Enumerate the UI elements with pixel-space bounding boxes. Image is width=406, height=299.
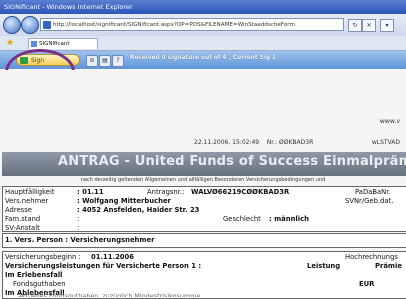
geschlecht-label: Geschlecht: [223, 215, 261, 223]
field-label: Fam.stand: [5, 215, 41, 223]
geschlecht-value: : männlich: [269, 215, 309, 223]
help-icon[interactable]: ?: [112, 55, 124, 67]
field-value: : 4052 Ansfelden, Haider Str. 23: [77, 206, 200, 214]
back-button[interactable]: [3, 16, 21, 34]
refresh-icon[interactable]: ↻: [348, 19, 362, 32]
svnr-label: SVNr/Geb.dat.: [345, 197, 394, 205]
col-praemie: Prämie: [375, 262, 402, 270]
currency-label: EUR: [359, 280, 375, 288]
hochrechnung-label: Hochrechnungs: [345, 253, 398, 261]
address-toolbar: http://localhost/significant/SIGNificant…: [0, 14, 406, 37]
field-label: Hauptfälligkeit: [5, 188, 55, 196]
date-line: 22.11.2006, 15:02:49: [194, 139, 260, 146]
col-leistung: Leistung: [307, 262, 341, 270]
field-row: Vers.nehmer : Wolfgang Mitterbucher SVNr…: [5, 197, 393, 205]
field-value: :: [77, 215, 80, 223]
erleben-heading: Im Erlebensfall: [5, 271, 63, 279]
print-icon[interactable]: ▤: [99, 55, 111, 67]
field-row: SV-Anstalt :: [5, 224, 79, 232]
address-url: http://localhost/significant/SIGNificant…: [53, 22, 295, 28]
insurance-start-label: Versicherungsbeginn :: [5, 253, 81, 261]
address-input[interactable]: http://localhost/significant/SIGNificant…: [40, 18, 344, 31]
field-label: SV-Anstalt: [5, 224, 40, 232]
field-value: :: [77, 224, 80, 232]
field-label: Adresse: [5, 206, 32, 214]
section-box: 1. Vers. Person : Versicherungsnehmer: [2, 233, 406, 248]
insurance-start-row: Versicherungsbeginn : 01.11.2006 Hochrec…: [5, 253, 398, 261]
antragsnr-value: WALVØ66219CØØKBAD3R: [191, 188, 290, 196]
benefits-row: Versicherungsleistungen für Versicherte …: [5, 262, 402, 270]
antragsnr-label: Antragsnr.:: [147, 188, 185, 196]
nr-label: Nr.:: [266, 139, 278, 146]
document-meta: 22.11.2006, 15:02:49 Nr.: ØØKBAD3R: [194, 139, 313, 146]
tab-icon: [31, 41, 37, 47]
field-value: : Wolfgang Mitterbucher: [77, 197, 171, 205]
fondsguthaben-label: Fondsguthaben: [13, 280, 66, 288]
title-banner: ANTRAG - United Funds of Success Einmalp…: [2, 152, 406, 176]
banner-title: ANTRAG - United Funds of Success Einmalp…: [58, 154, 406, 169]
field-value: : 01.11: [77, 188, 104, 196]
field-row: Adresse : 4052 Ansfelden, Haider Str. 23: [5, 206, 199, 214]
ableben-detail: aktuelles Fondsguthaben, zuzüglich Minde…: [18, 292, 201, 297]
field-label: Vers.nehmer: [5, 197, 49, 205]
clear-icon[interactable]: ⊘: [86, 55, 98, 67]
section-title: 1. Vers. Person : Versicherungsnehmer: [5, 236, 155, 244]
insurance-start-value: 01.11.2006: [91, 253, 134, 261]
signature-status: Received 0 signature out of 4 , Current …: [130, 55, 277, 61]
subheading: nach derzeitig geltenden Allgemeinen und…: [80, 177, 326, 183]
window-title: SIGNificant - Windows Internet Explorer: [0, 0, 406, 14]
favorites-star-icon[interactable]: ★: [6, 38, 14, 48]
page-icon: [43, 21, 51, 29]
applicant-box: Hauptfälligkeit : 01.11 Antragsnr.: WALV…: [2, 186, 406, 232]
benefits-heading: Versicherungsleistungen für Versicherte …: [5, 262, 202, 270]
padabanr-label: PaDaBaNr.: [355, 188, 391, 196]
tab-bar: ★ SIGNificant: [0, 36, 406, 51]
code-right: wLSTVAD: [371, 139, 400, 146]
forward-button[interactable]: [21, 16, 39, 34]
field-row: Fam.stand : Geschlecht : männlich: [5, 215, 309, 223]
header-right-text: www.v: [379, 118, 400, 125]
field-row: Hauptfälligkeit : 01.11 Antragsnr.: WALV…: [5, 188, 391, 196]
stop-icon[interactable]: ✕: [362, 19, 376, 32]
tab-significant[interactable]: SIGNificant: [28, 38, 98, 49]
nr-value: ØØKBAD3R: [279, 139, 314, 146]
tab-label: SIGNificant: [39, 41, 70, 47]
fondsguthaben-row: Fondsguthaben EUR: [13, 280, 374, 288]
dropdown-icon[interactable]: ▾: [380, 19, 394, 32]
